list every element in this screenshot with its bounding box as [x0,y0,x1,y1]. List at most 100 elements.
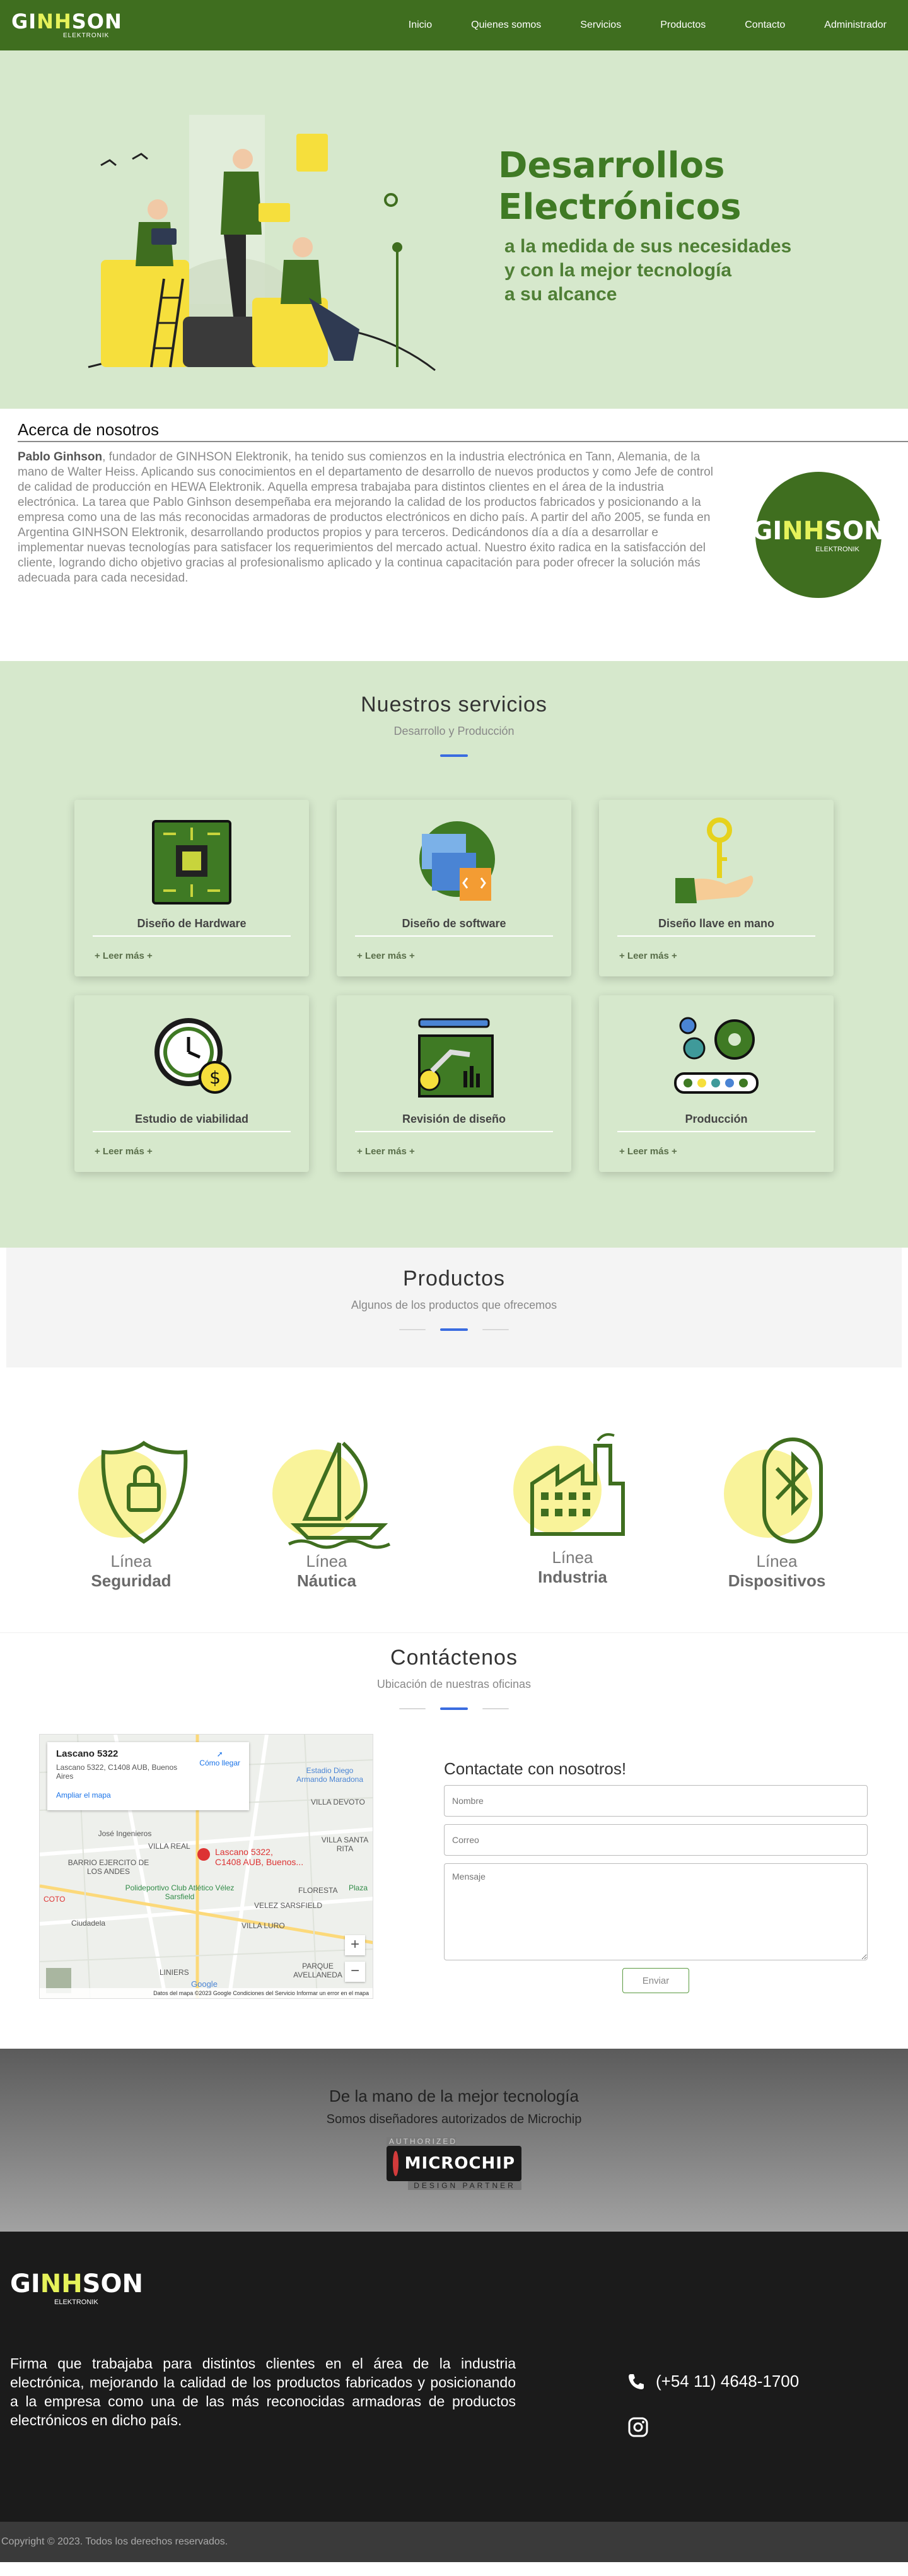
map-label: PARQUE AVELLANEDA [293,1962,342,1979]
product-line-industria[interactable]: Línea Industria [497,1427,648,1587]
contact-form-title: Contactate con nosotros! [444,1759,627,1778]
badge-body: MICROCHIP [387,2146,521,2181]
read-more-link[interactable]: + Leer más + [337,951,571,961]
service-card-design-review[interactable]: Revisión de diseño + Leer más + [337,995,571,1172]
map-zoom-in-button[interactable]: + [345,1935,365,1955]
nav-link-productos[interactable]: Productos [660,20,706,31]
map-label: VELEZ SARSFIELD [254,1901,323,1910]
service-card-software[interactable]: Diseño de software + Leer más + [337,800,571,976]
nav-link-contacto[interactable]: Contacto [745,20,785,31]
service-card-turnkey[interactable]: Diseño llave en mano + Leer más + [599,800,834,976]
brand-logo-sub: ELEKTRONIK [63,32,110,39]
footer-logo-text: GINHSON [10,2269,143,2298]
circuit-board-icon [152,820,231,905]
map-label: Polideportivo Club Atlético Vélez Sarsfi… [125,1883,235,1901]
instagram-icon[interactable] [628,2417,648,2437]
map-label: Ciudadela [71,1919,106,1928]
map-directions-button[interactable]: ➚ Cómo llegar [199,1750,240,1767]
map-label: FLORESTA [298,1886,338,1895]
product-line-name: Náutica [297,1571,356,1590]
directions-icon: ➚ [216,1750,223,1759]
service-card-hardware[interactable]: Diseño de Hardware + Leer más + [74,800,309,976]
service-card-production[interactable]: Producción + Leer más + [599,995,834,1172]
card-divider [93,935,291,937]
footer-logo[interactable]: GINHSON ELEKTRONIK [10,2269,143,2306]
clock-money-icon: $ [154,1018,231,1094]
products-section: Línea Seguridad Línea Náutica Línea Indu… [0,1367,908,1632]
about-text: , fundador de GINHSON Elektronik, ha ten… [18,450,713,585]
about-section: Acerca de nosotros Pablo Ginhson, fundad… [0,409,908,661]
map-larger-link[interactable]: Ampliar el mapa [56,1791,240,1800]
hero-title-line-2: Electrónicos [498,187,742,228]
copyright-bar: Copyright © 2023. Todos los derechos res… [0,2522,908,2562]
card-divider [617,1131,815,1132]
card-divider [355,1131,553,1132]
location-map[interactable]: Lascano 5322 Lascano 5322, C1408 AUB, Bu… [39,1734,373,1999]
about-lead-name: Pablo Ginhson [18,450,103,464]
read-more-link[interactable]: + Leer más + [74,1146,309,1157]
hero-title-line-1: Desarrollos [498,145,725,186]
read-more-link[interactable]: + Leer más + [74,951,309,961]
directions-label: Cómo llegar [199,1759,240,1767]
email-input[interactable] [444,1824,868,1856]
service-cards: Diseño de Hardware + Leer más + Diseño d… [0,800,908,1172]
nav-link-quienes-somos[interactable]: Quienes somos [471,20,541,31]
about-title: Acerca de nosotros [18,420,908,442]
service-card-feasibility[interactable]: $ Estudio de viabilidad + Leer más + [74,995,309,1172]
map-label: Estadio Diego Armando Maradona [296,1766,364,1784]
map-label: COTO [44,1895,66,1904]
microchip-logo-icon [393,2151,399,2176]
sailboat-icon [272,1441,391,1549]
products-header: Productos Algunos de los productos que o… [6,1248,902,1367]
hero-text: Desarrollos Electrónicos a la medida de … [498,145,791,307]
nav-link-inicio[interactable]: Inicio [409,20,432,31]
message-textarea[interactable] [444,1863,868,1960]
robot-arm-icon [418,1018,494,1098]
bluetooth-icon [724,1437,823,1543]
card-divider [355,935,553,937]
nav-link-administrador[interactable]: Administrador [824,20,887,31]
partner-subtitle: Somos diseñadores autorizados de Microch… [326,2112,582,2126]
gears-conveyor-icon [674,1017,759,1094]
partner-title: De la mano de la mejor tecnología [329,2087,579,2105]
read-more-link[interactable]: + Leer más + [337,1146,571,1157]
phone-icon [629,2374,644,2389]
submit-button[interactable]: Enviar [622,1968,689,1993]
about-logo-text: GINHSON [752,517,885,546]
footer-phone[interactable]: (+54 11) 4648-1700 [627,2372,799,2391]
products-accent-bar [440,1328,468,1331]
card-divider [617,935,815,937]
nav-link-servicios[interactable]: Servicios [580,20,621,31]
services-accent-bar [440,754,468,757]
product-line-dispositivos[interactable]: Línea Dispositivos [701,1431,853,1591]
services-section: Nuestros servicios Desarrollo y Producci… [0,661,908,1248]
phone-number: (+54 11) 4648-1700 [656,2372,800,2391]
services-subtitle: Desarrollo y Producción [393,725,515,737]
name-input[interactable] [444,1785,868,1817]
service-card-title: Diseño de Hardware [137,917,247,930]
service-card-title: Diseño llave en mano [658,917,775,930]
shield-lock-icon [78,1441,188,1544]
about-logo-sub: ELEKTRONIK [815,546,859,553]
contact-section: Contáctenos Ubicación de nuestras oficin… [0,1632,908,2049]
product-line-nautica[interactable]: Línea Náutica [251,1431,402,1591]
map-zoom-out-button[interactable]: − [345,1962,365,1982]
service-card-title: Revisión de diseño [402,1113,506,1125]
footer-logo-sub: ELEKTRONIK [54,2298,98,2306]
map-label: VILLA LURO [242,1921,285,1930]
map-attribution: Datos del mapa ©2023 Google Condiciones … [40,1988,373,1998]
contact-subtitle: Ubicación de nuestras oficinas [376,1678,532,1690]
microchip-partner-badge: AUTHORIZED MICROCHIP DESIGN PARTNER [387,2137,521,2190]
service-card-title: Diseño de software [402,917,506,930]
product-line-seguridad[interactable]: Línea Seguridad [55,1431,207,1591]
contact-form: Contactate con nosotros! Enviar [444,1759,868,1993]
software-icon [419,821,495,901]
map-pin-label: Lascano 5322, C1408 AUB, Buenos... [215,1847,304,1867]
brand-logo[interactable]: GINHSON ELEKTRONIK [11,11,122,39]
footer-description: Firma que trabajaba para distintos clien… [10,2355,516,2428]
read-more-link[interactable]: + Leer más + [599,1146,834,1157]
read-more-link[interactable]: + Leer más + [599,951,834,961]
map-place-card: Lascano 5322 Lascano 5322, C1408 AUB, Bu… [47,1742,249,1810]
products-subtitle: Algunos de los productos que ofrecemos [351,1299,557,1311]
map-label: BARRIO EJERCITO DE LOS ANDES [67,1858,149,1876]
